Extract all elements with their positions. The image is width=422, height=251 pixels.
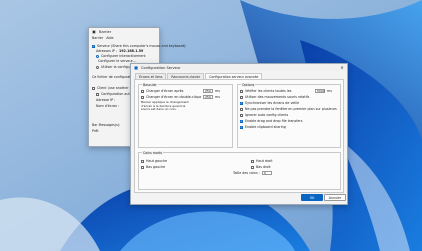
opt-relative-label: Utiliser des mouvements souris relatifs xyxy=(245,95,310,99)
corner-tr-row[interactable]: Haut droit xyxy=(251,159,273,163)
tab-panel: Basculer Changer d'écran après 250 ms Ch… xyxy=(134,79,344,193)
opt-clipboard-row[interactable]: ✓ Enable clipboard sharing xyxy=(240,125,286,129)
switch-double-label: Changer d'écran en double-cliquant dans … xyxy=(146,95,201,99)
opt-screensaver-label: Synchroniser les écrans de veille xyxy=(245,101,300,105)
screen-name-row: Nom d'écran : xyxy=(96,104,119,108)
server-option-label: Serveur (Share this computer's mouse and… xyxy=(97,44,187,48)
dead-corners-group: Coins morts Haut gauche Bas gauche Haut … xyxy=(138,151,341,190)
menu-barrier[interactable]: Barrier xyxy=(92,36,103,40)
corner-br-checkbox[interactable] xyxy=(251,165,254,169)
opt-ignore-auto-checkbox[interactable] xyxy=(240,113,243,117)
screen-name-label: Nom d'écran : xyxy=(96,104,120,108)
barrier-window-title: Barrier xyxy=(99,29,112,34)
switch-delay-label: Changer d'écran après xyxy=(146,89,184,93)
corner-bl-label: Bas gauche xyxy=(146,165,166,169)
ok-button[interactable]: OK xyxy=(301,194,323,201)
switch-double-unit: ms xyxy=(215,95,220,99)
switch-double-row: Changer d'écran en double-cliquant dans … xyxy=(141,95,220,99)
opt-screensaver-checkbox[interactable]: ✓ xyxy=(240,101,243,105)
opt-no-switch-row[interactable]: Ne pas prendre la fenêtre en premier pla… xyxy=(240,107,337,111)
switch-double-input[interactable]: 250 xyxy=(203,95,213,99)
dialog-title: Configuration Serveur xyxy=(141,65,181,70)
switch-delay-input[interactable]: 250 xyxy=(203,89,213,93)
opt-relative-row[interactable]: Utiliser des mouvements souris relatifs xyxy=(240,95,309,99)
switch-delay-unit: ms xyxy=(215,89,220,93)
address-row: Adresse IP : xyxy=(96,98,115,102)
check-clients-label: Vérifier les clients toutes les xyxy=(245,89,292,93)
dialog-app-icon: ■ xyxy=(134,65,138,70)
server-option[interactable]: ✓ Serveur (Share this computer's mouse a… xyxy=(92,44,186,48)
server-checkbox[interactable]: ✓ xyxy=(92,44,95,48)
dialog-titlebar: ■ Configuration Serveur ✕ xyxy=(131,64,347,71)
opt-drag-drop-checkbox[interactable]: ✓ xyxy=(240,119,243,123)
corner-tl-row[interactable]: Haut gauche xyxy=(141,159,167,163)
check-clients-row: Vérifier les clients toutes les 5000 ms xyxy=(240,89,332,93)
corner-br-label: Bas droit xyxy=(256,165,271,169)
barrier-titlebar: ▣ Barrier xyxy=(89,28,159,35)
barrier-app-icon: ▣ xyxy=(92,29,96,34)
opt-clipboard-label: Enable clipboard sharing xyxy=(245,125,286,129)
status-label: Prêt xyxy=(92,129,99,133)
switch-delay-row: Changer d'écran après 250 ms xyxy=(141,89,220,93)
opt-clipboard-checkbox[interactable]: ✓ xyxy=(240,125,243,129)
client-checkbox[interactable] xyxy=(92,86,95,90)
cancel-button[interactable]: Annuler xyxy=(324,194,346,201)
corner-tr-label: Haut droit xyxy=(256,159,273,163)
opt-screensaver-row[interactable]: ✓ Synchroniser les écrans de veille xyxy=(240,101,299,105)
ip-row: Adresses IP : 192.168.1.59 xyxy=(96,49,143,53)
switch-group-title: Basculer xyxy=(142,83,158,87)
server-config-dialog: ■ Configuration Serveur ✕ Écrans et lien… xyxy=(130,63,348,205)
options-group-title: Options xyxy=(241,83,256,87)
configure-interactive-label: Configurer interactivement xyxy=(101,54,146,58)
opt-ignore-auto-row[interactable]: Ignorer auto config clients xyxy=(240,113,288,117)
opt-no-switch-checkbox[interactable] xyxy=(240,107,243,111)
opt-drag-drop-label: Enable drag and drop file transfers xyxy=(245,119,303,123)
configure-interactive-radio[interactable] xyxy=(96,54,99,58)
corner-bl-row[interactable]: Bas gauche xyxy=(141,165,165,169)
switch-note: Barrier applique le changement d'écran à… xyxy=(141,100,189,112)
opt-drag-drop-row[interactable]: ✓ Enable drag and drop file transfers xyxy=(240,119,302,123)
status-row: Prêt xyxy=(92,129,99,133)
corner-size-row: Taille des coins : 0 xyxy=(233,171,274,175)
switch-double-checkbox[interactable] xyxy=(141,95,144,99)
address-label: Adresse IP : xyxy=(96,98,116,102)
corner-size-label: Taille des coins : xyxy=(233,171,260,175)
menu-help[interactable]: Aide xyxy=(106,36,113,40)
switch-delay-checkbox[interactable] xyxy=(141,89,144,93)
check-clients-checkbox[interactable] xyxy=(240,89,243,93)
check-clients-input[interactable]: 5000 xyxy=(315,89,325,93)
ip-label: Adresses IP : xyxy=(96,49,117,53)
corner-bl-checkbox[interactable] xyxy=(141,165,144,169)
ip-value: 192.168.1.59 xyxy=(118,49,144,53)
use-config-radio[interactable] xyxy=(96,65,99,69)
log-label: Bar Messages(s): xyxy=(92,123,121,127)
corner-br-row[interactable]: Bas droit xyxy=(251,165,271,169)
barrier-menubar: Barrier Aide xyxy=(92,36,114,40)
switch-group: Basculer Changer d'écran après 250 ms Ch… xyxy=(138,83,233,148)
close-icon[interactable]: ✕ xyxy=(339,65,345,71)
opt-no-switch-label: Ne pas prendre la fenêtre en premier pla… xyxy=(245,107,337,111)
options-group: Options Vérifier les clients toutes les … xyxy=(237,83,341,148)
opt-ignore-auto-label: Ignorer auto config clients xyxy=(245,113,289,117)
corner-size-input[interactable]: 0 xyxy=(261,171,272,175)
corner-tl-label: Haut gauche xyxy=(146,159,168,163)
corner-tl-checkbox[interactable] xyxy=(141,159,144,163)
opt-relative-checkbox[interactable] xyxy=(240,95,243,99)
log-row: Bar Messages(s): xyxy=(92,123,120,127)
auto-config-checkbox[interactable] xyxy=(96,92,99,96)
check-clients-unit: ms xyxy=(327,89,332,93)
configure-interactive-option[interactable]: Configurer interactivement xyxy=(96,54,146,58)
dead-corners-title: Coins morts xyxy=(142,151,164,155)
corner-tr-checkbox[interactable] xyxy=(251,159,254,163)
